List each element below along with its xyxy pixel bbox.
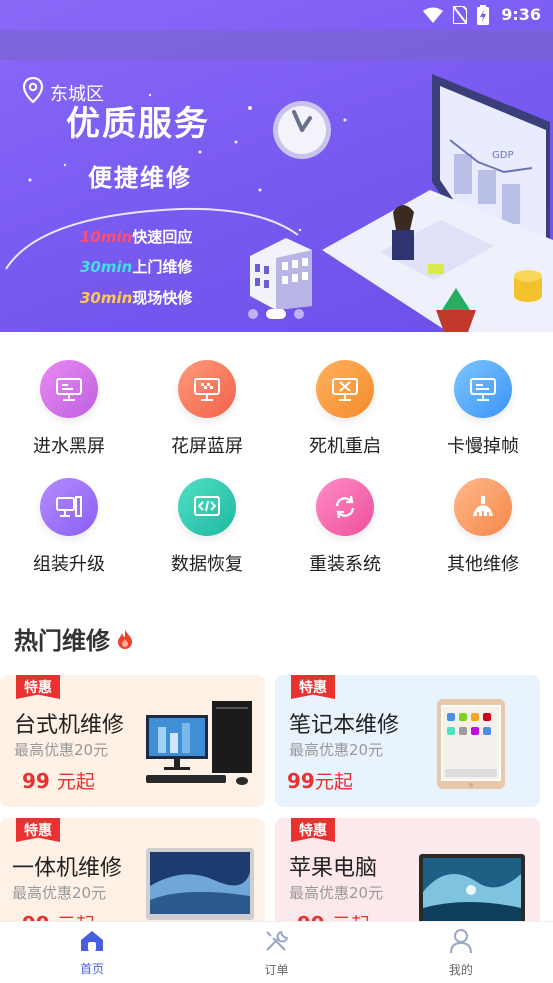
service-label: 数据恢复 — [171, 554, 243, 575]
card-price: 99 元起 — [22, 767, 95, 794]
discount-tag: 特惠 — [16, 818, 60, 842]
service-item-pixel[interactable]: 花屏蓝屏 — [138, 360, 276, 458]
feature-highlight: 30min — [80, 289, 133, 307]
carousel-dot[interactable] — [248, 309, 258, 319]
pc-assemble-icon — [40, 478, 98, 536]
service-label: 进水黑屏 — [33, 436, 105, 457]
hot-card-laptop[interactable]: 特惠 笔记本维修 最高优惠20元 99元起 — [275, 675, 540, 807]
nav-orders[interactable]: 订单 — [184, 922, 368, 983]
service-item-assemble[interactable]: 组装升级 — [0, 478, 138, 576]
monitor-slow-icon — [454, 360, 512, 418]
fire-icon — [116, 620, 134, 656]
nav-label: 订单 — [264, 962, 289, 977]
feature-highlight: 30min — [80, 258, 133, 276]
banner-subtitle: 便捷维修 — [88, 164, 192, 192]
service-item-reinstall[interactable]: 重装系统 — [276, 478, 414, 576]
gdp-label: GDP — [492, 150, 513, 161]
service-grid: 进水黑屏 花屏蓝屏 死机重启 卡慢掉帧 组装升级 数据恢复 重装系统 其他维修 — [0, 332, 553, 592]
banner-title: 优质服务 — [66, 104, 210, 144]
monitor-water-icon — [40, 360, 98, 418]
card-subtitle: 最高优惠20元 — [12, 884, 107, 902]
no-sim-icon — [452, 5, 468, 28]
wifi-icon — [423, 7, 443, 27]
feature-line-1: 10min快速回应 — [80, 226, 192, 247]
feature-text: 快速回应 — [132, 228, 193, 246]
search-bar[interactable] — [0, 30, 553, 60]
home-icon — [79, 929, 105, 956]
service-item-water[interactable]: 进水黑屏 — [0, 360, 138, 458]
nav-profile[interactable]: 我的 — [369, 922, 553, 983]
building-illustration — [250, 238, 312, 310]
monitor-pixel-icon — [178, 360, 236, 418]
user-icon — [449, 928, 473, 957]
service-label: 卡慢掉帧 — [447, 436, 519, 457]
carousel-indicator[interactable] — [248, 309, 304, 319]
card-subtitle: 最高优惠20元 — [289, 884, 384, 902]
service-label: 死机重启 — [309, 436, 381, 457]
battery-icon — [477, 5, 489, 29]
nav-label: 我的 — [448, 962, 473, 977]
service-item-crash[interactable]: 死机重启 — [276, 360, 414, 458]
price-value: 99 — [22, 769, 50, 793]
feature-line-2: 30min上门维修 — [80, 256, 192, 277]
nav-label: 首页 — [80, 961, 105, 976]
card-title: 一体机维修 — [12, 856, 123, 881]
status-bar: 9:36 — [0, 0, 553, 30]
hero-banner[interactable]: 9:36 东城区 优质服务 便捷维修 10min快速回应 30min上门维修 3… — [0, 0, 553, 332]
feature-highlight: 10min — [80, 228, 133, 246]
section-title-hot: 热门维修 — [14, 620, 134, 656]
status-time: 9:36 — [501, 5, 541, 24]
service-label: 重装系统 — [309, 554, 381, 575]
card-subtitle: 最高优惠20元 — [289, 741, 384, 759]
card-title: 苹果电脑 — [289, 856, 378, 881]
code-recover-icon — [178, 478, 236, 536]
card-title: 笔记本维修 — [289, 713, 400, 738]
tools-icon — [263, 928, 289, 957]
service-label: 花屏蓝屏 — [171, 436, 243, 457]
price-value: 99 — [287, 769, 315, 793]
tablet-image — [437, 699, 505, 789]
service-label: 组装升级 — [33, 554, 105, 575]
price-unit: 元起 — [56, 771, 95, 793]
discount-tag: 特惠 — [16, 675, 60, 699]
nav-home[interactable]: 首页 — [0, 922, 184, 983]
service-item-recover[interactable]: 数据恢复 — [138, 478, 276, 576]
feature-text: 上门维修 — [132, 258, 193, 276]
service-label: 其他维修 — [447, 554, 519, 575]
monitor-crash-icon — [316, 360, 374, 418]
card-price: 99元起 — [287, 767, 353, 794]
discount-tag: 特惠 — [291, 818, 335, 842]
hot-card-desktop[interactable]: 特惠 台式机维修 最高优惠20元 99 元起 — [0, 675, 265, 807]
refresh-system-icon — [316, 478, 374, 536]
section-title-text: 热门维修 — [14, 626, 110, 655]
desktop-pc-image — [146, 701, 252, 785]
card-title: 台式机维修 — [14, 713, 125, 738]
service-item-other[interactable]: 其他维修 — [414, 478, 552, 576]
card-subtitle: 最高优惠20元 — [14, 741, 109, 759]
price-unit: 元起 — [314, 771, 353, 793]
feature-text: 现场快修 — [132, 289, 193, 307]
carousel-dot[interactable] — [294, 309, 304, 319]
laptop-illustration: GDP — [322, 74, 553, 332]
service-item-slow[interactable]: 卡慢掉帧 — [414, 360, 552, 458]
cleaning-brush-icon — [454, 478, 512, 536]
bottom-nav: 首页 订单 我的 — [0, 921, 553, 983]
discount-tag: 特惠 — [291, 675, 335, 699]
feature-line-3: 30min现场快修 — [80, 287, 192, 308]
location-pin-icon — [22, 76, 44, 108]
carousel-dot-active[interactable] — [266, 309, 286, 319]
